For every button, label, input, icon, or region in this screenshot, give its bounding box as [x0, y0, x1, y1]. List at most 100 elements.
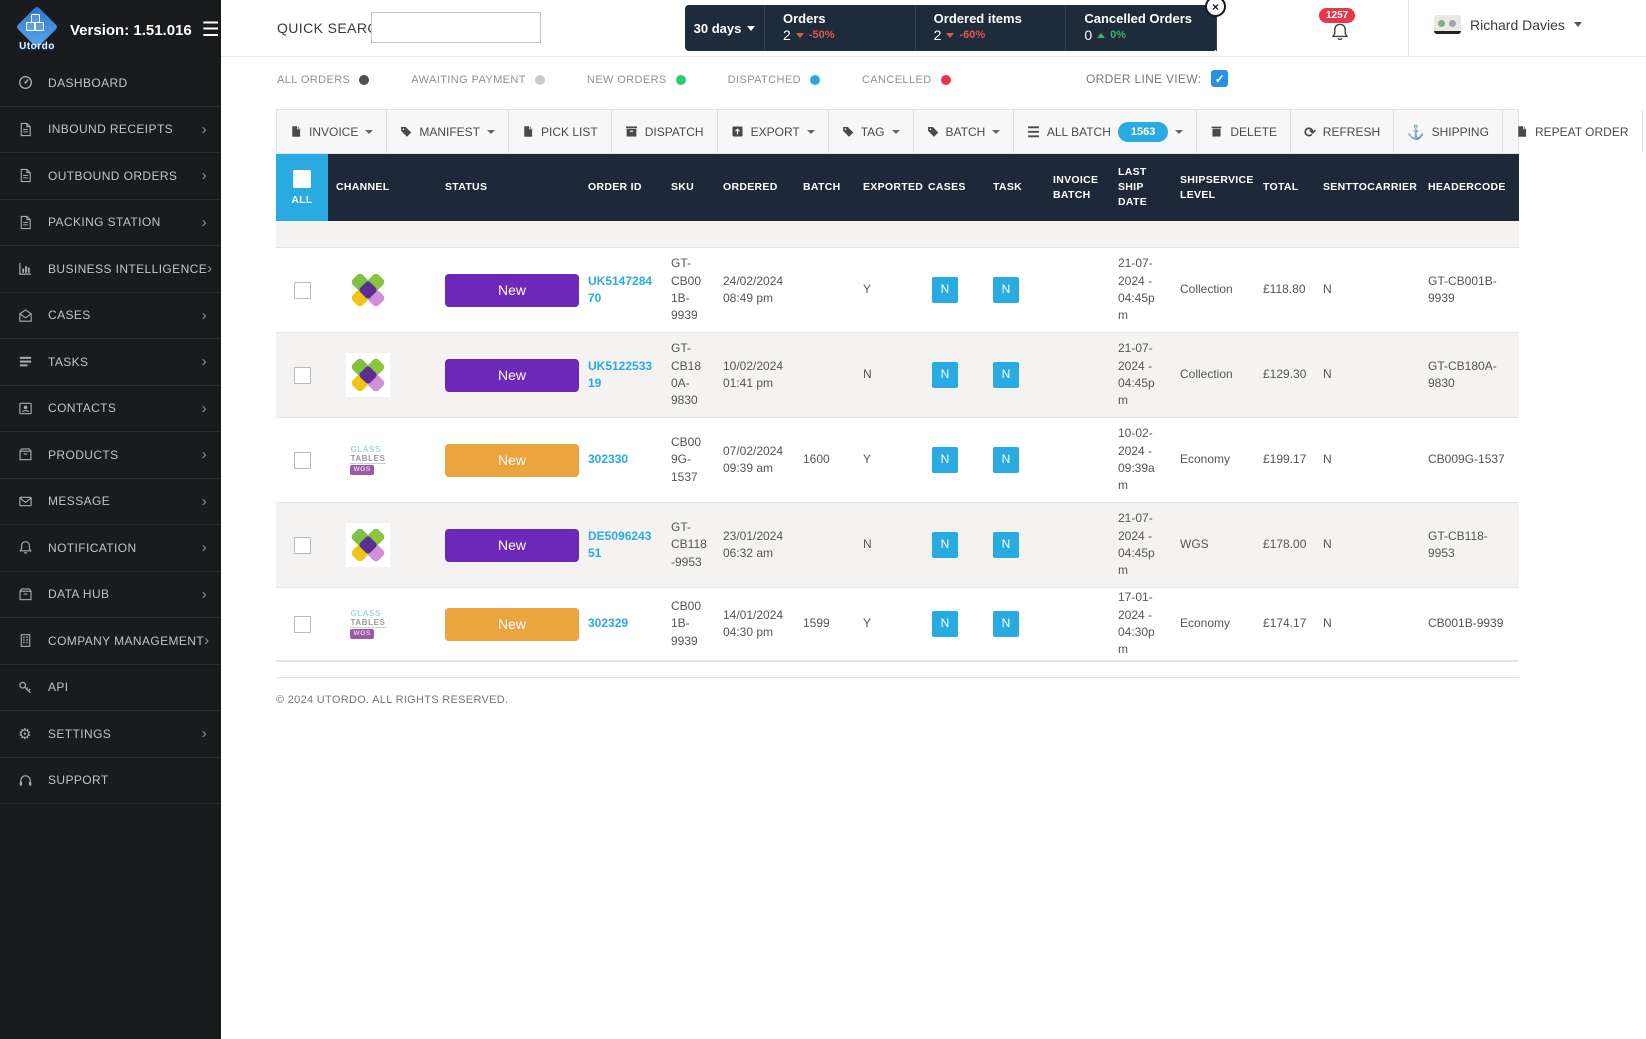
sidebar-item-contacts[interactable]: CONTACTS — [0, 386, 221, 433]
sidebar-item-settings[interactable]: SETTINGS — [0, 711, 221, 758]
dispatch-button[interactable]: DISPATCH — [612, 110, 718, 153]
shipping-button[interactable]: SHIPPING — [1394, 110, 1503, 153]
ordered-cell: 24/02/2024 08:49 pm — [715, 273, 795, 308]
sidebar-item-notification[interactable]: NOTIFICATION — [0, 525, 221, 572]
close-icon[interactable] — [1205, 0, 1226, 17]
refresh-button[interactable]: REFRESH — [1291, 110, 1394, 153]
batch-button[interactable]: BATCH — [914, 110, 1015, 153]
chevron-right-icon — [202, 401, 207, 416]
delete-button[interactable]: DELETE — [1197, 110, 1291, 153]
total-cell: £174.17 — [1255, 615, 1315, 632]
manifest-button[interactable]: MANIFEST — [387, 110, 509, 153]
sidebar-item-label: MESSAGE — [48, 494, 202, 508]
channel-logo-onbuy — [346, 353, 390, 397]
batch-cell: 1599 — [795, 615, 855, 632]
filter-awaiting-payment[interactable]: AWAITING PAYMENT — [411, 74, 545, 86]
sidebar-item-label: CONTACTS — [48, 401, 202, 415]
row-checkbox[interactable] — [294, 282, 311, 299]
filter-label: CANCELLED — [862, 74, 932, 86]
settings-button[interactable]: SETTINGS — [1643, 110, 1646, 153]
senttocarrier-cell: N — [1315, 366, 1420, 383]
row-checkbox[interactable] — [294, 537, 311, 554]
tag-icon — [842, 125, 854, 138]
button-label: DISPATCH — [645, 125, 704, 139]
sidebar-header: Utordo Version: 1.51.016 — [0, 0, 221, 60]
sidebar-item-company-management[interactable]: COMPANY MANAGEMENT — [0, 618, 221, 665]
anchor-icon — [1407, 125, 1424, 139]
stat-delta: -60% — [959, 29, 985, 41]
sidebar-item-dashboard[interactable]: DASHBOARD — [0, 60, 221, 107]
headercode-cell: GT-CB180A-9830 — [1420, 358, 1519, 393]
hamburger-menu-icon[interactable] — [202, 20, 220, 40]
glass-tables-text: TABLES — [350, 454, 385, 464]
filter-cancelled[interactable]: CANCELLED — [862, 74, 951, 86]
stat-title: Ordered items — [934, 11, 1066, 26]
filter-all-orders[interactable]: ALL ORDERS — [277, 74, 369, 86]
order-filters: ALL ORDERS AWAITING PAYMENT NEW ORDERS D… — [221, 57, 1646, 102]
sidebar-item-label: DATA HUB — [48, 587, 202, 601]
ordered-cell: 14/01/2024 04:30 pm — [715, 607, 795, 642]
sidebar-item-inbound-receipts[interactable]: INBOUND RECEIPTS — [0, 107, 221, 154]
order-id-link[interactable]: 302330 — [588, 452, 628, 466]
sidebar-item-label: TASKS — [48, 355, 202, 369]
chevron-down-icon — [807, 130, 815, 134]
status-badge[interactable]: New — [445, 529, 579, 562]
tag-button[interactable]: TAG — [829, 110, 914, 153]
sidebar-item-data-hub[interactable]: DATA HUB — [0, 572, 221, 619]
all-batch-button[interactable]: ALL BATCH 1563 — [1014, 110, 1197, 153]
status-badge[interactable]: New — [445, 274, 579, 307]
sidebar-item-tasks[interactable]: TASKS — [0, 339, 221, 386]
sidebar-item-outbound-orders[interactable]: OUTBOUND ORDERS — [0, 153, 221, 200]
period-dropdown[interactable]: 30 days — [685, 5, 765, 51]
last-ship-date-cell: 17-01-2024 - 04:30pm — [1110, 589, 1172, 659]
last-ship-date-cell: 21-07-2024 - 04:45pm — [1110, 340, 1172, 410]
sidebar-item-support[interactable]: SUPPORT — [0, 758, 221, 805]
headercode-cell: CB001B-9939 — [1420, 615, 1519, 632]
status-dot-icon — [359, 75, 369, 85]
sidebar-item-packing-station[interactable]: PACKING STATION — [0, 200, 221, 247]
order-id-link[interactable]: UK514728470 — [588, 274, 652, 305]
order-line-view-checkbox[interactable] — [1211, 70, 1228, 87]
order-id-link[interactable]: 302329 — [588, 616, 628, 630]
export-button[interactable]: EXPORT — [718, 110, 829, 153]
select-all-cell[interactable]: ALL — [276, 154, 328, 221]
row-checkbox[interactable] — [294, 367, 311, 384]
quick-search-input[interactable] — [371, 12, 541, 43]
sidebar-item-cases[interactable]: CASES — [0, 293, 221, 340]
last-ship-date-cell: 10-02-2024 - 09:39am — [1110, 425, 1172, 495]
box-icon — [16, 447, 34, 462]
sidebar-item-api[interactable]: API — [0, 665, 221, 712]
sku-cell: CB001B-9939 — [663, 598, 715, 650]
status-badge[interactable]: New — [445, 359, 579, 392]
trash-box-icon — [1210, 125, 1223, 138]
sidebar-item-message[interactable]: MESSAGE — [0, 479, 221, 526]
sidebar-item-products[interactable]: PRODUCTS — [0, 432, 221, 479]
status-badge[interactable]: New — [445, 608, 579, 641]
filter-new-orders[interactable]: NEW ORDERS — [587, 74, 686, 86]
invoice-button[interactable]: INVOICE — [277, 110, 387, 153]
pick-list-button[interactable]: PICK LIST — [509, 110, 612, 153]
sidebar-item-business-intelligence[interactable]: BUSINESS INTELLIGENCE — [0, 246, 221, 293]
filter-dispatched[interactable]: DISPATCHED — [728, 74, 820, 86]
stat-value: 0 — [1084, 27, 1092, 43]
batch-cell: 1600 — [795, 451, 855, 468]
user-menu[interactable]: Richard Davies — [1434, 15, 1582, 34]
row-checkbox[interactable] — [294, 452, 311, 469]
order-id-link[interactable]: DE509624351 — [588, 529, 651, 560]
order-id-link[interactable]: UK512253319 — [588, 359, 652, 390]
status-badge[interactable]: New — [445, 444, 579, 477]
select-all-checkbox[interactable] — [293, 170, 311, 188]
column-header-total: TOTAL — [1255, 180, 1315, 195]
cases-badge: N — [932, 277, 958, 303]
sidebar-item-label: SETTINGS — [48, 727, 202, 741]
column-header-sku: SKU — [663, 180, 715, 195]
table-row: GLASSTABLESWGS New 302329 CB001B-9939 14… — [276, 588, 1519, 661]
document-icon — [522, 125, 534, 138]
period-label: 30 days — [694, 21, 742, 36]
user-name: Richard Davies — [1470, 17, 1565, 33]
row-checkbox[interactable] — [294, 616, 311, 633]
avatar — [1434, 15, 1461, 34]
all-batch-count-badge: 1563 — [1118, 122, 1168, 142]
list-icon — [16, 354, 34, 369]
repeat-order-button[interactable]: REPEAT ORDER — [1503, 110, 1643, 153]
